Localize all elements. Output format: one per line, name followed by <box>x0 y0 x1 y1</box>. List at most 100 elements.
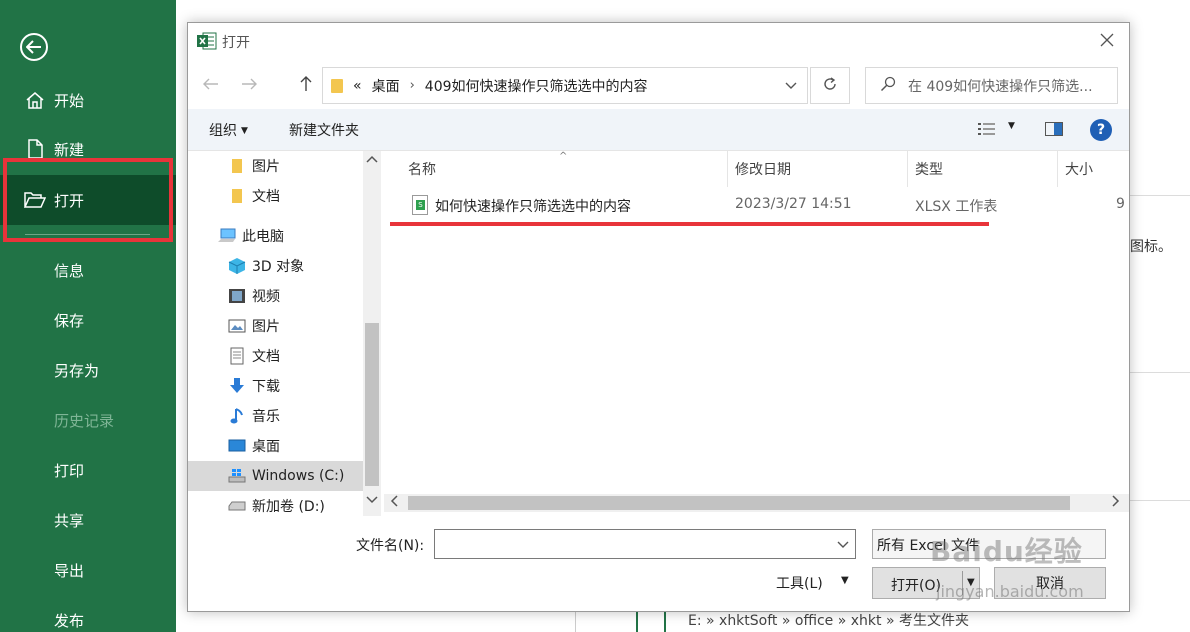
tools-button[interactable]: 工具(L) <box>776 573 823 593</box>
background-divider <box>575 612 576 632</box>
navigation-bar: « 桌面 › 409如何快速操作只筛选选中的内容 在 409如何快速操作只筛选.… <box>188 65 1129 107</box>
scroll-up-icon[interactable] <box>366 155 378 166</box>
sort-ascending-icon: ^ <box>559 151 568 162</box>
refresh-icon <box>822 76 838 96</box>
scroll-thumb[interactable] <box>365 323 379 486</box>
nav-save[interactable]: 保存 <box>0 295 176 345</box>
highlight-box-open <box>3 158 173 242</box>
nav-print-label: 打印 <box>54 461 85 480</box>
background-divider <box>1130 372 1190 373</box>
computer-icon <box>218 227 236 245</box>
watermark-brand: Baidu经验 <box>930 535 1083 568</box>
file-row[interactable]: 如何快速操作只筛选选中的内容 2023/3/27 14:51 XLSX 工作表 … <box>384 191 1129 219</box>
document-icon <box>228 347 246 365</box>
new-folder-button[interactable]: 新建文件夹 <box>289 120 359 140</box>
file-modified: 2023/3/27 14:51 <box>735 196 852 212</box>
nav-save-label: 保存 <box>54 311 85 330</box>
tree-item-windows-drive[interactable]: Windows (C:) <box>188 461 363 491</box>
recent-file-path: E: » xhktSoft » office » xhkt » 考生文件夹 <box>688 613 969 629</box>
nav-print[interactable]: 打印 <box>0 445 176 495</box>
up-arrow-icon[interactable] <box>295 73 317 95</box>
nav-share-label: 共享 <box>54 511 85 530</box>
caret-down-icon[interactable]: ▼ <box>1008 121 1015 131</box>
tree-item-d-drive[interactable]: 新加卷 (D:) <box>228 491 325 516</box>
chevron-right-icon[interactable]: › <box>410 78 415 93</box>
picture-icon <box>228 317 246 335</box>
tree-item-documents-quick[interactable]: 文档 <box>228 181 280 211</box>
back-arrow-icon[interactable] <box>200 73 222 95</box>
background-text: 图标。 <box>1130 239 1172 255</box>
baidu-watermark: Baidu经验 jingyan.baidu.com <box>930 510 1130 620</box>
tree-item-downloads[interactable]: 下载 <box>228 371 280 401</box>
tree-item-label: 音乐 <box>252 409 280 425</box>
column-header-type[interactable]: 类型 <box>915 151 943 187</box>
new-document-icon <box>24 139 46 159</box>
tree-item-label: 图片 <box>252 159 280 175</box>
column-divider[interactable] <box>1057 151 1058 187</box>
column-header-size[interactable]: 大小 <box>1065 151 1093 187</box>
column-divider[interactable] <box>727 151 728 187</box>
breadcrumb-current-folder[interactable]: 409如何快速操作只筛选选中的内容 <box>425 76 648 96</box>
back-arrow-icon[interactable] <box>20 33 48 61</box>
search-placeholder: 在 409如何快速操作只筛选... <box>908 78 1093 95</box>
tree-item-3d-objects[interactable]: 3D 对象 <box>228 251 304 281</box>
refresh-button[interactable] <box>810 67 850 104</box>
file-type: XLSX 工作表 <box>915 199 998 215</box>
tree-item-desktop[interactable]: 桌面 <box>228 431 280 461</box>
tree-item-label: 图片 <box>252 319 280 335</box>
scroll-left-icon[interactable] <box>390 495 398 510</box>
drive-icon <box>228 497 246 515</box>
background-divider <box>1130 500 1190 501</box>
forward-arrow-icon[interactable] <box>238 73 260 95</box>
dialog-title: 打开 <box>222 35 250 51</box>
tree-item-pictures-quick[interactable]: 图片 <box>228 151 280 181</box>
nav-home[interactable]: 开始 <box>0 75 176 125</box>
tree-item-label: 文档 <box>252 189 280 205</box>
scroll-right-icon[interactable] <box>1112 495 1120 510</box>
file-list: ^ 名称 修改日期 类型 大小 如何快速操作只筛选选中的内容 2023/3/27… <box>384 151 1129 516</box>
tree-item-music[interactable]: 音乐 <box>228 401 280 431</box>
tree-item-label: Windows (C:) <box>252 468 345 484</box>
address-bar[interactable]: « 桌面 › 409如何快速操作只筛选选中的内容 <box>322 67 808 104</box>
breadcrumb-desktop[interactable]: 桌面 <box>372 76 400 96</box>
scroll-down-icon[interactable] <box>366 496 378 507</box>
dialog-title-bar: 打开 <box>188 23 1129 61</box>
chevron-down-icon[interactable] <box>837 537 849 553</box>
tree-item-videos[interactable]: 视频 <box>228 281 280 311</box>
home-icon <box>24 91 46 109</box>
help-icon[interactable]: ? <box>1090 119 1112 141</box>
chevron-down-icon[interactable] <box>785 78 797 94</box>
nav-history-label: 历史记录 <box>54 411 115 430</box>
organize-label: 组织 <box>209 123 237 139</box>
desktop-icon <box>228 437 246 455</box>
nav-info[interactable]: 信息 <box>0 245 176 295</box>
tree-item-pictures[interactable]: 图片 <box>228 311 280 341</box>
folder-icon <box>331 78 343 93</box>
column-header-modified[interactable]: 修改日期 <box>735 151 791 187</box>
scroll-thumb[interactable] <box>408 496 1070 510</box>
background-divider <box>1130 195 1190 196</box>
tree-item-this-pc[interactable]: 此电脑 <box>218 221 284 251</box>
close-icon[interactable] <box>1099 32 1115 48</box>
preview-pane-icon[interactable] <box>1045 122 1063 136</box>
file-name: 如何快速操作只筛选选中的内容 <box>435 199 631 215</box>
search-input[interactable]: 在 409如何快速操作只筛选... <box>865 67 1118 104</box>
tree-item-documents[interactable]: 文档 <box>228 341 280 371</box>
search-icon <box>880 76 896 96</box>
view-options-icon[interactable] <box>978 122 998 140</box>
column-divider[interactable] <box>907 151 908 187</box>
tree-scrollbar[interactable] <box>363 151 381 516</box>
caret-down-icon[interactable]: ▼ <box>841 575 849 586</box>
caret-down-icon: ▼ <box>241 126 248 136</box>
music-note-icon <box>228 407 246 425</box>
nav-share[interactable]: 共享 <box>0 495 176 545</box>
organize-button[interactable]: 组织 ▼ <box>209 120 248 140</box>
tree-item-label: 此电脑 <box>242 229 284 245</box>
address-overflow[interactable]: « <box>353 78 362 94</box>
nav-save-as[interactable]: 另存为 <box>0 345 176 395</box>
filename-input[interactable] <box>434 529 856 559</box>
nav-publish-label: 发布 <box>54 611 85 630</box>
nav-publish[interactable]: 发布 <box>0 595 176 632</box>
nav-export[interactable]: 导出 <box>0 545 176 595</box>
column-header-name[interactable]: 名称 <box>408 151 436 187</box>
